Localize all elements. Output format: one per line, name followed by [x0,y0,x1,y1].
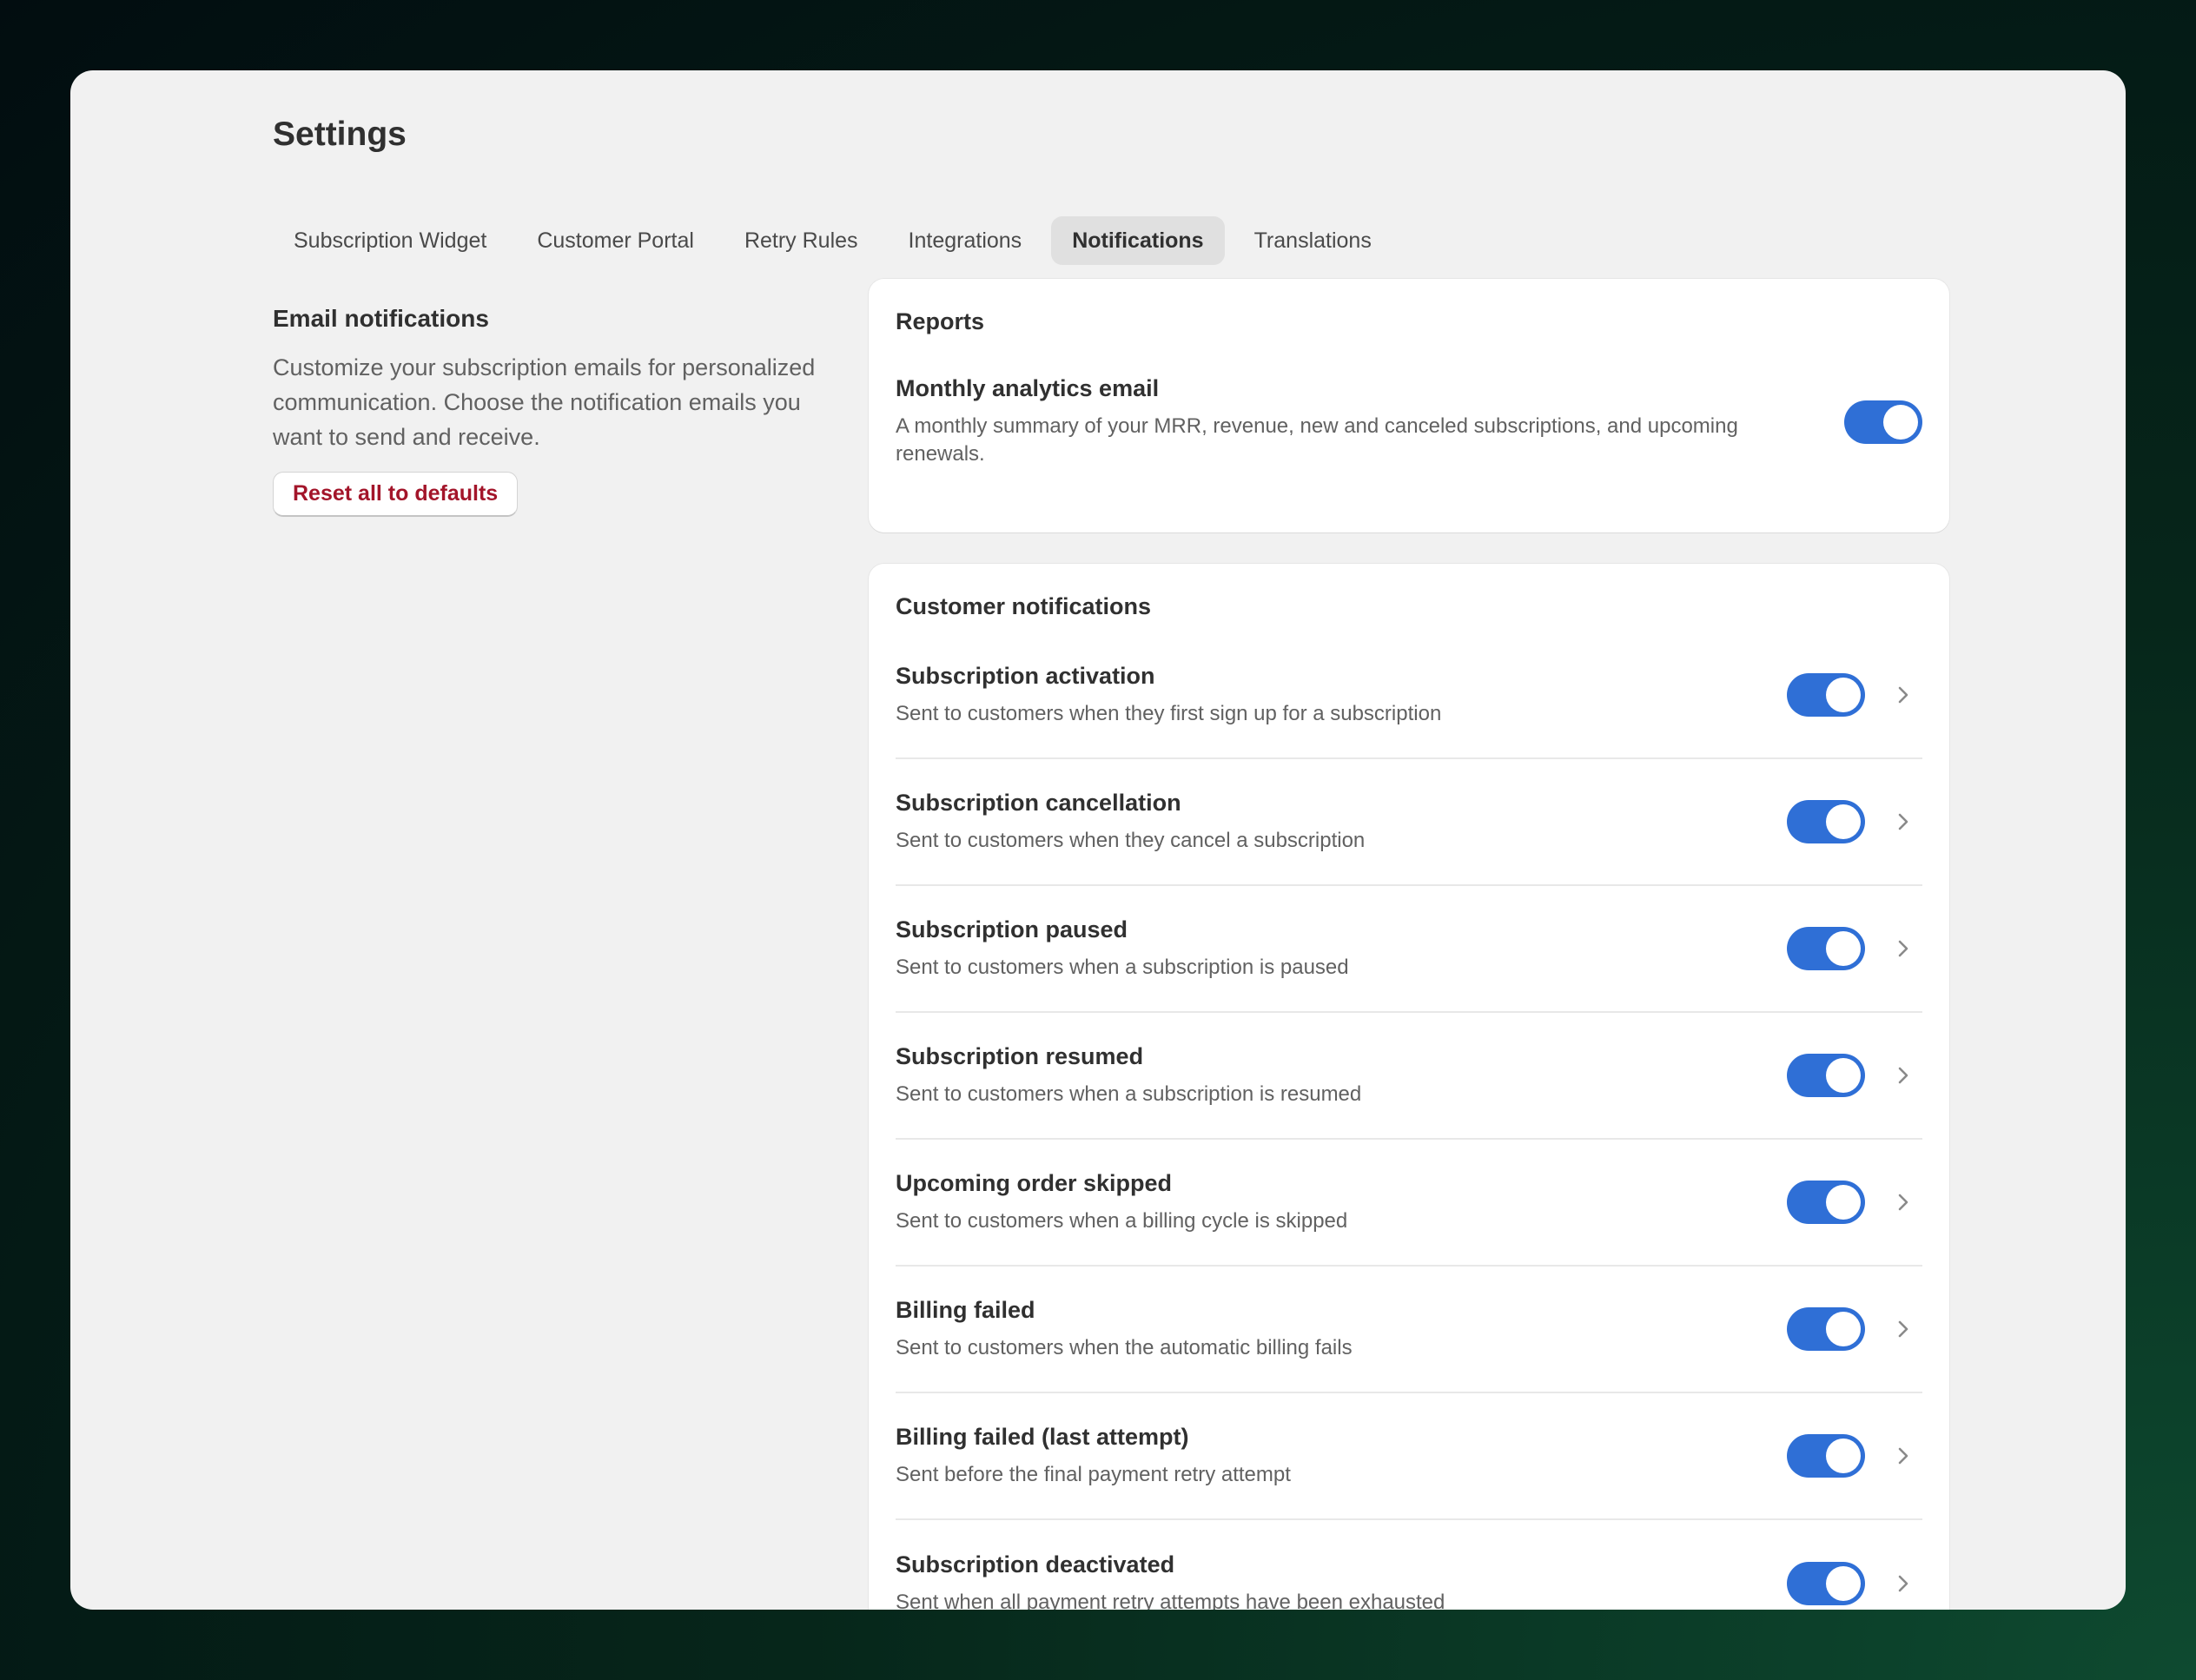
notification-row-title: Subscription cancellation [896,789,1181,816]
toggle-knob [1826,1566,1861,1601]
notification-row-description: Sent to customers when they first sign u… [896,701,1442,725]
notification-row-description: Sent to customers when a subscription is… [896,1081,1362,1106]
reports-title: Reports [896,308,985,334]
reports-card: Reports Monthly analytics email A monthl… [869,279,1949,532]
notification-toggle[interactable] [1787,1181,1865,1224]
chevron-right-icon[interactable] [1884,1056,1922,1095]
notification-row: Subscription activation Sent to customer… [896,632,1922,759]
toggle-knob [1826,931,1861,966]
chevron-right-icon[interactable] [1884,803,1922,841]
notification-row-title: Subscription deactivated [896,1551,1175,1577]
notification-row-text: Subscription deactivated Sent when all p… [896,1551,1787,1611]
email-notifications-title: Email notifications [273,305,489,332]
notification-row: Subscription resumed Sent to customers w… [896,1013,1922,1140]
notification-row: Subscription cancellation Sent to custom… [896,759,1922,886]
email-notifications-panel: Email notifications Customize your subsc… [273,305,829,517]
reset-all-button[interactable]: Reset all to defaults [273,472,519,517]
toggle-knob [1826,1185,1861,1220]
tab-integrations[interactable]: Integrations [888,216,1043,265]
tab-subscription-widget[interactable]: Subscription Widget [273,216,507,265]
notification-row-text: Subscription cancellation Sent to custom… [896,790,1787,855]
notification-row-text: Subscription paused Sent to customers wh… [896,916,1787,982]
tab-translations[interactable]: Translations [1234,216,1392,265]
notification-row-description: Sent when all payment retry attempts hav… [896,1590,1445,1611]
notification-row: Billing failed (last attempt) Sent befor… [896,1393,1922,1520]
toggle-knob [1826,804,1861,839]
notification-row-title: Subscription resumed [896,1042,1144,1069]
tab-notifications[interactable]: Notifications [1051,216,1225,265]
notification-row-title: Subscription activation [896,662,1155,689]
notification-row-text: Upcoming order skipped Sent to customers… [896,1170,1787,1235]
notification-row-text: Billing failed (last attempt) Sent befor… [896,1424,1787,1489]
notification-row-text: Subscription resumed Sent to customers w… [896,1043,1787,1108]
report-row-text: Monthly analytics email A monthly summar… [896,375,1844,468]
notification-row-text: Subscription activation Sent to customer… [896,663,1787,728]
page-title: Settings [273,116,407,153]
toggle-knob [1826,1312,1861,1346]
tab-customer-portal[interactable]: Customer Portal [516,216,715,265]
toggle-knob [1826,1439,1861,1473]
notification-toggle[interactable] [1787,1054,1865,1097]
report-row-description: A monthly summary of your MRR, revenue, … [896,414,1738,466]
chevron-right-icon[interactable] [1884,676,1922,714]
chevron-right-icon[interactable] [1884,1310,1922,1348]
notification-toggle[interactable] [1787,673,1865,717]
notification-row-title: Upcoming order skipped [896,1169,1173,1196]
notification-row-description: Sent to customers when a subscription is… [896,955,1349,979]
notification-toggle[interactable] [1787,1307,1865,1351]
notification-row-title: Billing failed [896,1296,1035,1323]
monthly-analytics-toggle[interactable] [1844,400,1922,444]
settings-content: Settings Subscription Widget Customer Po… [273,70,1949,1610]
notification-toggle[interactable] [1787,1562,1865,1605]
email-notifications-description: Customize your subscription emails for p… [273,354,816,450]
notification-row-title: Billing failed (last attempt) [896,1423,1189,1450]
chevron-right-icon[interactable] [1884,1564,1922,1603]
notification-row: Subscription paused Sent to customers wh… [896,886,1922,1013]
chevron-right-icon[interactable] [1884,929,1922,968]
chevron-right-icon[interactable] [1884,1437,1922,1475]
notification-row-description: Sent to customers when a billing cycle i… [896,1208,1348,1233]
toggle-knob [1826,678,1861,712]
notification-row-description: Sent to customers when the automatic bil… [896,1335,1353,1359]
report-row-title: Monthly analytics email [896,375,1160,401]
notification-toggle[interactable] [1787,800,1865,843]
notification-row: Upcoming order skipped Sent to customers… [896,1140,1922,1267]
notification-row-title: Subscription paused [896,916,1128,943]
app-window: Settings Subscription Widget Customer Po… [70,70,2126,1610]
report-row: Monthly analytics email A monthly summar… [896,375,1922,468]
notification-toggle[interactable] [1787,1434,1865,1478]
toggle-knob [1826,1058,1861,1093]
notification-row-description: Sent to customers when they cancel a sub… [896,828,1366,852]
customer-notifications-title: Customer notifications [896,593,1152,619]
notification-row-text: Billing failed Sent to customers when th… [896,1297,1787,1362]
toggle-knob [1883,404,1918,440]
settings-tabs: Subscription Widget Customer Portal Retr… [273,216,1392,265]
notification-row: Subscription deactivated Sent when all p… [896,1520,1922,1610]
tab-retry-rules[interactable]: Retry Rules [724,216,879,265]
notification-row-description: Sent before the final payment retry atte… [896,1462,1291,1486]
customer-notifications-card: Customer notifications Subscription acti… [869,564,1949,1610]
notification-list: Subscription activation Sent to customer… [896,632,1922,1610]
notification-toggle[interactable] [1787,927,1865,970]
notification-row: Billing failed Sent to customers when th… [896,1267,1922,1393]
chevron-right-icon[interactable] [1884,1183,1922,1221]
